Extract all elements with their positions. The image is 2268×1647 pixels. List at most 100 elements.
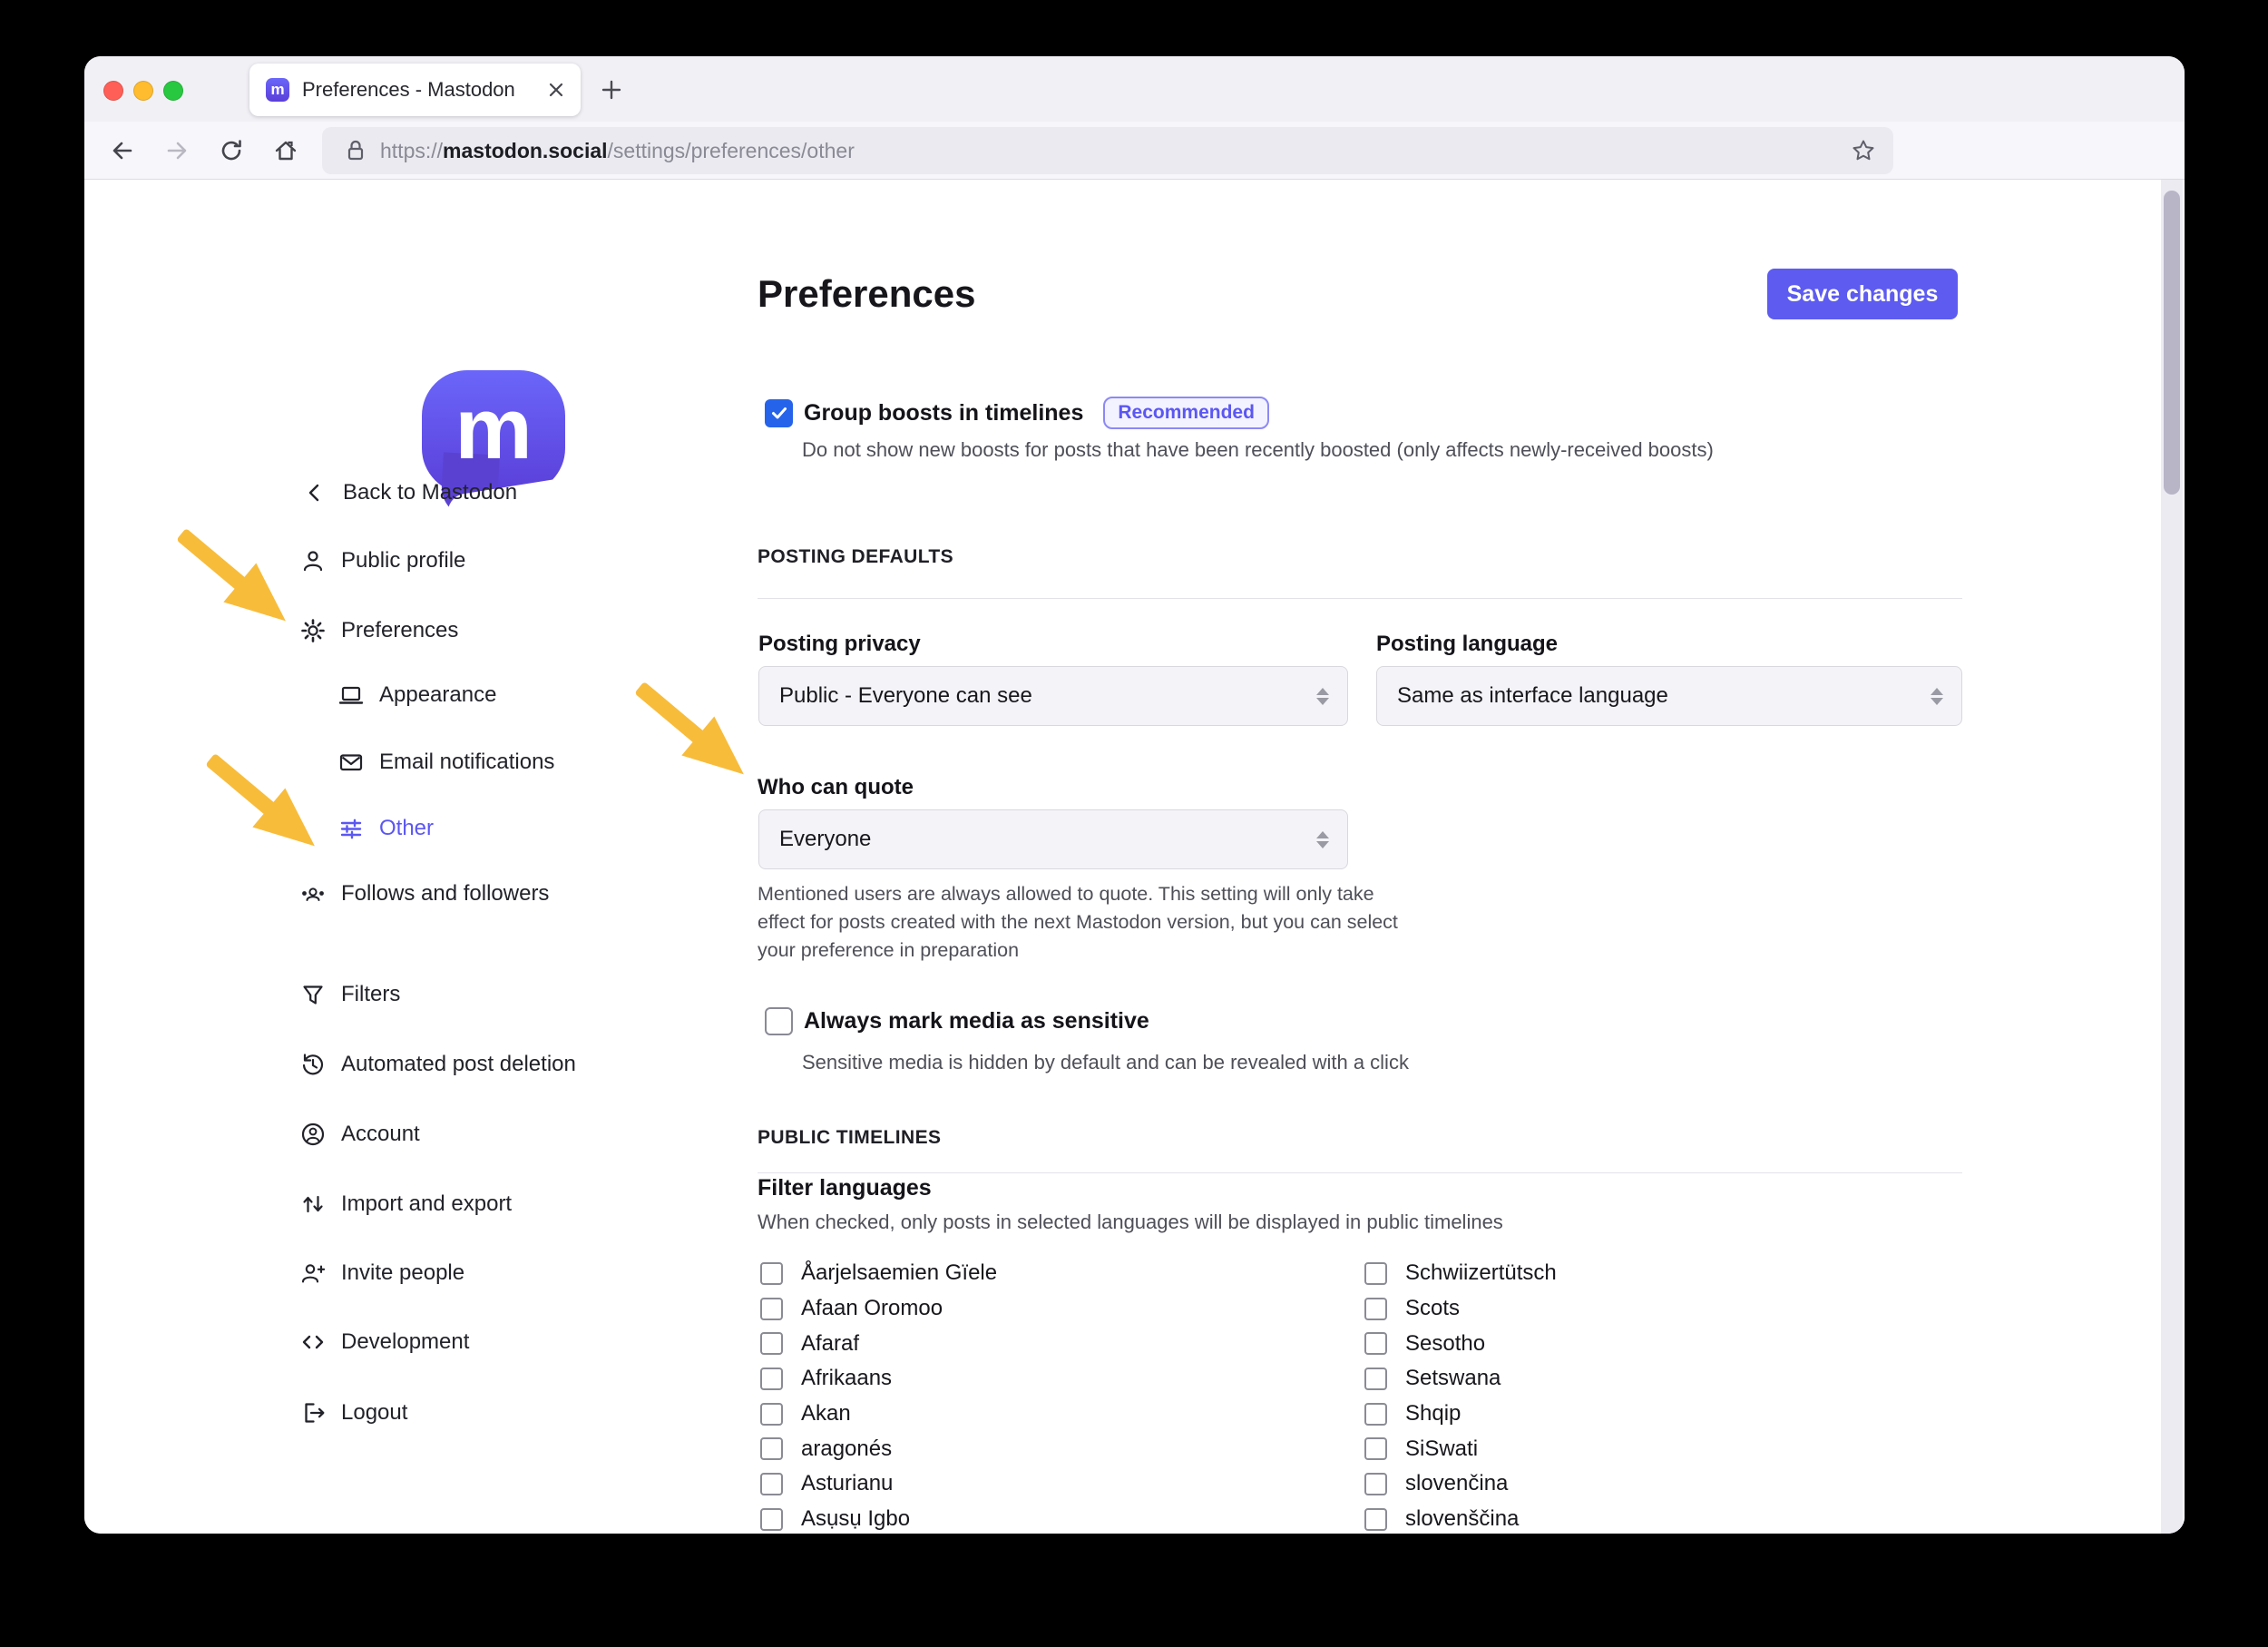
language-checkbox[interactable]	[1364, 1403, 1387, 1426]
close-window-button[interactable]	[103, 81, 123, 101]
sidebar-item-filters[interactable]: Filters	[299, 979, 400, 1010]
sidebar-item-label: Import and export	[341, 1191, 512, 1217]
language-label: Akan	[801, 1401, 851, 1426]
zoom-window-button[interactable]	[163, 81, 183, 101]
sidebar-item-other[interactable]: Other	[337, 813, 434, 844]
language-checkbox[interactable]	[1364, 1473, 1387, 1495]
language-row: slovenčina	[1364, 1466, 1927, 1502]
reload-icon[interactable]	[217, 136, 246, 165]
home-icon[interactable]	[271, 136, 300, 165]
language-checkbox[interactable]	[1364, 1262, 1387, 1285]
url-path: /settings/preferences/other	[608, 139, 855, 162]
group-boosts-hint: Do not show new boosts for posts that ha…	[802, 438, 1714, 462]
section-public-timelines: PUBLIC TIMELINES	[758, 1127, 941, 1149]
browser-toolbar: https://mastodon.social/settings/prefere…	[84, 122, 2185, 180]
sensitive-media-checkbox[interactable]	[765, 1007, 793, 1035]
sidebar-item-label: Preferences	[341, 618, 458, 643]
posting-privacy-value: Public - Everyone can see	[779, 683, 1032, 709]
language-row: aragonés	[760, 1431, 1323, 1466]
language-row: SiSwati	[1364, 1431, 1927, 1466]
back-icon[interactable]	[108, 136, 137, 165]
language-checkbox[interactable]	[760, 1368, 783, 1390]
account-circle-icon	[299, 1121, 327, 1148]
url-host: mastodon.social	[443, 139, 607, 162]
sidebar-item-follows-and-followers[interactable]: Follows and followers	[299, 878, 549, 909]
sidebar-item-label: Other	[379, 816, 434, 841]
language-label: Afaan Oromoo	[801, 1296, 943, 1321]
filter-languages-hint: When checked, only posts in selected lan…	[758, 1211, 1503, 1234]
forward-icon[interactable]	[162, 136, 191, 165]
sidebar-item-appearance[interactable]: Appearance	[337, 680, 496, 711]
language-checkbox[interactable]	[760, 1298, 783, 1320]
scrollbar-thumb[interactable]	[2164, 191, 2180, 495]
sidebar-item-development[interactable]: Development	[299, 1327, 469, 1358]
bookmark-star-icon[interactable]	[1850, 137, 1877, 164]
tab-close-icon[interactable]	[546, 80, 566, 100]
language-label: Scots	[1405, 1296, 1460, 1321]
language-label: Afaraf	[801, 1331, 859, 1357]
language-checkbox[interactable]	[1364, 1437, 1387, 1460]
who-can-quote-select[interactable]: Everyone	[758, 809, 1348, 869]
language-row: Asturianu	[760, 1466, 1323, 1502]
group-boosts-checkbox[interactable]	[765, 399, 793, 427]
sidebar-item-back-to-mastodon[interactable]: Back to Mastodon	[301, 477, 517, 508]
sidebar-item-label: Follows and followers	[341, 881, 549, 907]
save-changes-button[interactable]: Save changes	[1767, 269, 1958, 319]
language-checkbox[interactable]	[760, 1332, 783, 1355]
sidebar-item-public-profile[interactable]: Public profile	[299, 545, 465, 576]
sidebar-item-label: Invite people	[341, 1260, 464, 1286]
language-label: Asụsụ Igbo	[801, 1506, 910, 1532]
language-row: slovenščina	[1364, 1502, 1927, 1534]
envelope-icon	[337, 749, 365, 776]
language-label: Sesotho	[1405, 1331, 1485, 1357]
who-can-quote-value: Everyone	[779, 827, 871, 852]
sidebar-item-import-and-export[interactable]: Import and export	[299, 1189, 512, 1220]
sensitive-media-hint: Sensitive media is hidden by default and…	[802, 1051, 1409, 1074]
posting-privacy-select[interactable]: Public - Everyone can see	[758, 666, 1348, 726]
group-boosts-label: Group boosts in timelines	[804, 400, 1083, 426]
language-row: Åarjelsaemien Gïele	[760, 1256, 1323, 1291]
language-checkbox[interactable]	[760, 1508, 783, 1531]
language-row: Afaraf	[760, 1326, 1323, 1361]
language-checkbox[interactable]	[1364, 1298, 1387, 1320]
language-list-left: Åarjelsaemien Gïele Afaan Oromoo Afaraf …	[760, 1256, 1323, 1534]
posting-privacy-label: Posting privacy	[758, 632, 921, 657]
sidebar-item-logout[interactable]: Logout	[299, 1397, 407, 1428]
new-tab-button[interactable]	[598, 76, 625, 103]
language-row: Asụsụ Igbo	[760, 1502, 1323, 1534]
sidebar-item-preferences[interactable]: Preferences	[299, 615, 458, 646]
language-checkbox[interactable]	[760, 1403, 783, 1426]
language-checkbox[interactable]	[760, 1262, 783, 1285]
sidebar-item-automated-post-deletion[interactable]: Automated post deletion	[299, 1049, 576, 1080]
group-boosts-row: Group boosts in timelines Recommended	[765, 397, 1269, 429]
language-checkbox[interactable]	[1364, 1368, 1387, 1390]
language-checkbox[interactable]	[760, 1473, 783, 1495]
section-divider	[758, 1172, 1962, 1173]
code-icon	[299, 1328, 327, 1356]
laptop-icon	[337, 681, 365, 709]
minimize-window-button[interactable]	[133, 81, 153, 101]
tune-sliders-icon	[337, 815, 365, 842]
sidebar-item-invite-people[interactable]: Invite people	[299, 1258, 464, 1289]
language-label: slovenčina	[1405, 1471, 1508, 1496]
browser-tab[interactable]: m Preferences - Mastodon	[249, 64, 581, 116]
sidebar-item-email-notifications[interactable]: Email notifications	[337, 747, 554, 778]
person-add-icon	[299, 1260, 327, 1287]
posting-language-select[interactable]: Same as interface language	[1376, 666, 1962, 726]
screenshot-canvas: m Preferences - Mastodon https://mastodo…	[0, 0, 2268, 1647]
logout-icon	[299, 1399, 327, 1426]
recommended-badge: Recommended	[1103, 397, 1269, 429]
select-caret-icon	[1316, 831, 1329, 848]
mastodon-favicon: m	[266, 78, 289, 102]
language-label: Shqip	[1405, 1401, 1461, 1426]
page-title: Preferences	[758, 272, 976, 316]
language-label: Åarjelsaemien Gïele	[801, 1260, 997, 1286]
language-checkbox[interactable]	[1364, 1508, 1387, 1531]
people-icon	[299, 880, 327, 907]
url-bar[interactable]: https://mastodon.social/settings/prefere…	[322, 127, 1893, 174]
language-checkbox[interactable]	[760, 1437, 783, 1460]
language-row: Sesotho	[1364, 1326, 1927, 1361]
language-checkbox[interactable]	[1364, 1332, 1387, 1355]
browser-window: m Preferences - Mastodon https://mastodo…	[84, 56, 2185, 1534]
sidebar-item-account[interactable]: Account	[299, 1119, 420, 1150]
